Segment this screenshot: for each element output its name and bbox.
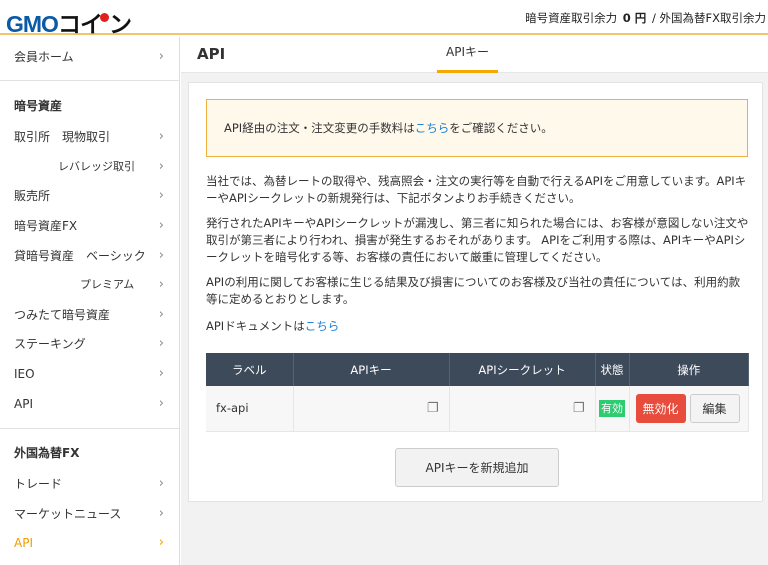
content-card: API経由の注文・注文変更の手数料はこちらをご確認ください。 当社では、為替レー… bbox=[188, 82, 763, 502]
sidebar-item-label: IEO bbox=[14, 367, 35, 381]
disable-button[interactable]: 無効化 bbox=[635, 393, 686, 423]
top-header: GMOコイン 暗号資産取引余力 0 円 / 外国為替FX取引余力 bbox=[0, 0, 768, 37]
chevron-right-icon: › bbox=[158, 336, 164, 351]
sidebar-item[interactable]: 販売所 › bbox=[0, 182, 180, 210]
chevron-right-icon: › bbox=[158, 188, 164, 203]
sidebar-item-label: つみたて暗号資産 bbox=[14, 308, 111, 322]
chevron-right-icon: › bbox=[158, 307, 164, 322]
chevron-right-icon: › bbox=[158, 159, 164, 174]
sidebar-item-label: 販売所 bbox=[14, 189, 51, 203]
chevron-right-icon: › bbox=[158, 476, 164, 491]
col-label: ラベル bbox=[206, 353, 294, 386]
col-status: 状態 bbox=[595, 353, 630, 386]
liability-text: APIの利用に関してお客様に生じる結果及び損害についてのお客様及び当社の責任につ… bbox=[206, 275, 741, 306]
table-row: fx-api ❐ ❐ 有効 無効化 編集 bbox=[206, 386, 749, 432]
divider bbox=[0, 80, 180, 81]
sidebar-item[interactable]: つみたて暗号資産 › bbox=[0, 301, 180, 329]
sidebar-item[interactable]: マーケットニュース › bbox=[0, 500, 180, 528]
sidebar-item-label: プレミアム bbox=[80, 278, 135, 291]
sidebar-item-label: 会員ホーム bbox=[14, 50, 74, 64]
fee-notice: API経由の注文・注文変更の手数料はこちらをご確認ください。 bbox=[206, 99, 748, 157]
warning-text: 発行されたAPIキーやAPIシークレットが漏洩し、第三者に知られた場合には、お客… bbox=[206, 216, 749, 264]
sidebar-item-label: 暗号資産FX bbox=[14, 219, 78, 233]
title-bar: API APIキー bbox=[181, 37, 768, 73]
balance-label: 暗号資産取引余力 bbox=[525, 11, 618, 25]
sidebar-item[interactable]: API › bbox=[0, 529, 180, 557]
notice-text: API経由の注文・注文変更の手数料は bbox=[224, 121, 415, 135]
status-badge: 有効 bbox=[599, 400, 625, 418]
sidebar-item[interactable]: 会員ホーム › bbox=[0, 43, 180, 71]
balance-value: 0 円 bbox=[622, 11, 647, 25]
main-area: API APIキー API経由の注文・注文変更の手数料はこちらをご確認ください。… bbox=[181, 37, 768, 565]
chevron-right-icon: › bbox=[158, 396, 164, 411]
sidebar-item-label: API bbox=[14, 536, 33, 550]
actions-cell: 無効化 編集 bbox=[629, 386, 749, 432]
sidebar-item[interactable]: IEO › bbox=[0, 360, 180, 388]
sidebar-item[interactable]: プレミアム › bbox=[0, 271, 180, 299]
chevron-right-icon: › bbox=[158, 366, 164, 381]
separator: / bbox=[651, 11, 656, 25]
doc-text: APIドキュメントは bbox=[206, 319, 305, 333]
edit-button[interactable]: 編集 bbox=[689, 393, 740, 423]
sidebar-item[interactable]: API › bbox=[0, 390, 180, 418]
fx-balance-label: 外国為替FX取引余力 bbox=[659, 11, 767, 25]
sidebar-item-label: トレード bbox=[14, 477, 63, 491]
sidebar-item-label: 外国為替FX bbox=[14, 446, 80, 460]
balance-info: 暗号資産取引余力 0 円 / 外国為替FX取引余力 bbox=[525, 10, 766, 26]
row-label: fx-api bbox=[206, 386, 294, 432]
copy-icon[interactable]: ❐ bbox=[573, 401, 585, 416]
sidebar-section-heading: 外国為替FX bbox=[0, 439, 180, 467]
sidebar-item-label: レバレッジ取引 bbox=[58, 160, 135, 173]
api-key-table: ラベル APIキー APIシークレット 状態 操作 fx-api ❐ ❐ 有効 … bbox=[206, 353, 749, 432]
status-cell: 有効 bbox=[595, 386, 630, 432]
sidebar-item-label: マーケットニュース bbox=[14, 507, 122, 521]
divider bbox=[0, 428, 180, 429]
notice-text-end: をご確認ください。 bbox=[449, 121, 553, 135]
chevron-right-icon: › bbox=[158, 129, 164, 144]
sidebar-item[interactable]: 取引所 現物取引 › bbox=[0, 123, 180, 151]
add-api-key-button[interactable]: APIキーを新規追加 bbox=[395, 448, 559, 487]
chevron-right-icon: › bbox=[158, 49, 164, 64]
sidebar-item[interactable]: 貸暗号資産 ベーシック › bbox=[0, 242, 180, 270]
chevron-right-icon: › bbox=[158, 506, 164, 521]
copy-icon[interactable]: ❐ bbox=[427, 401, 439, 416]
logo[interactable]: GMOコイン bbox=[6, 5, 132, 39]
api-secret-cell: ❐ bbox=[449, 386, 596, 432]
chevron-right-icon: › bbox=[158, 248, 164, 263]
tab-api-key[interactable]: APIキー bbox=[437, 37, 498, 73]
sidebar-item[interactable]: トレード › bbox=[0, 470, 180, 498]
col-api-key: APIキー bbox=[293, 353, 450, 386]
sidebar: 会員ホーム › 暗号資産 取引所 現物取引 › レバレッジ取引 › 販売所 › 暗号資産FX › 貸暗… bbox=[0, 37, 180, 565]
chevron-right-icon: › bbox=[158, 218, 164, 233]
col-api-secret: APIシークレット bbox=[449, 353, 596, 386]
sidebar-item[interactable]: レバレッジ取引 › bbox=[0, 153, 180, 181]
sidebar-item-label: API bbox=[14, 397, 33, 411]
sidebar-item-label: ステーキング bbox=[14, 337, 86, 351]
sidebar-item[interactable]: 暗号資産FX › bbox=[0, 212, 180, 240]
doc-line: APIドキュメントはこちら bbox=[206, 318, 751, 335]
chevron-right-icon: › bbox=[158, 277, 164, 292]
api-key-cell: ❐ bbox=[293, 386, 450, 432]
doc-link[interactable]: こちら bbox=[305, 319, 340, 333]
sidebar-item[interactable]: ステーキング › bbox=[0, 330, 180, 358]
fee-link[interactable]: こちら bbox=[415, 121, 450, 135]
sidebar-item-label: 暗号資産 bbox=[14, 99, 63, 113]
intro-text: 当社では、為替レートの取得や、残高照会・注文の実行等を自動で行えるAPIをご用意… bbox=[206, 174, 747, 205]
sidebar-item-label: 取引所 現物取引 bbox=[14, 130, 111, 144]
col-actions: 操作 bbox=[629, 353, 749, 386]
sidebar-section-heading: 暗号資産 bbox=[0, 92, 180, 120]
page-title: API bbox=[197, 45, 226, 63]
chevron-right-icon: › bbox=[158, 535, 164, 550]
sidebar-item-label: 貸暗号資産 ベーシック bbox=[14, 249, 146, 263]
